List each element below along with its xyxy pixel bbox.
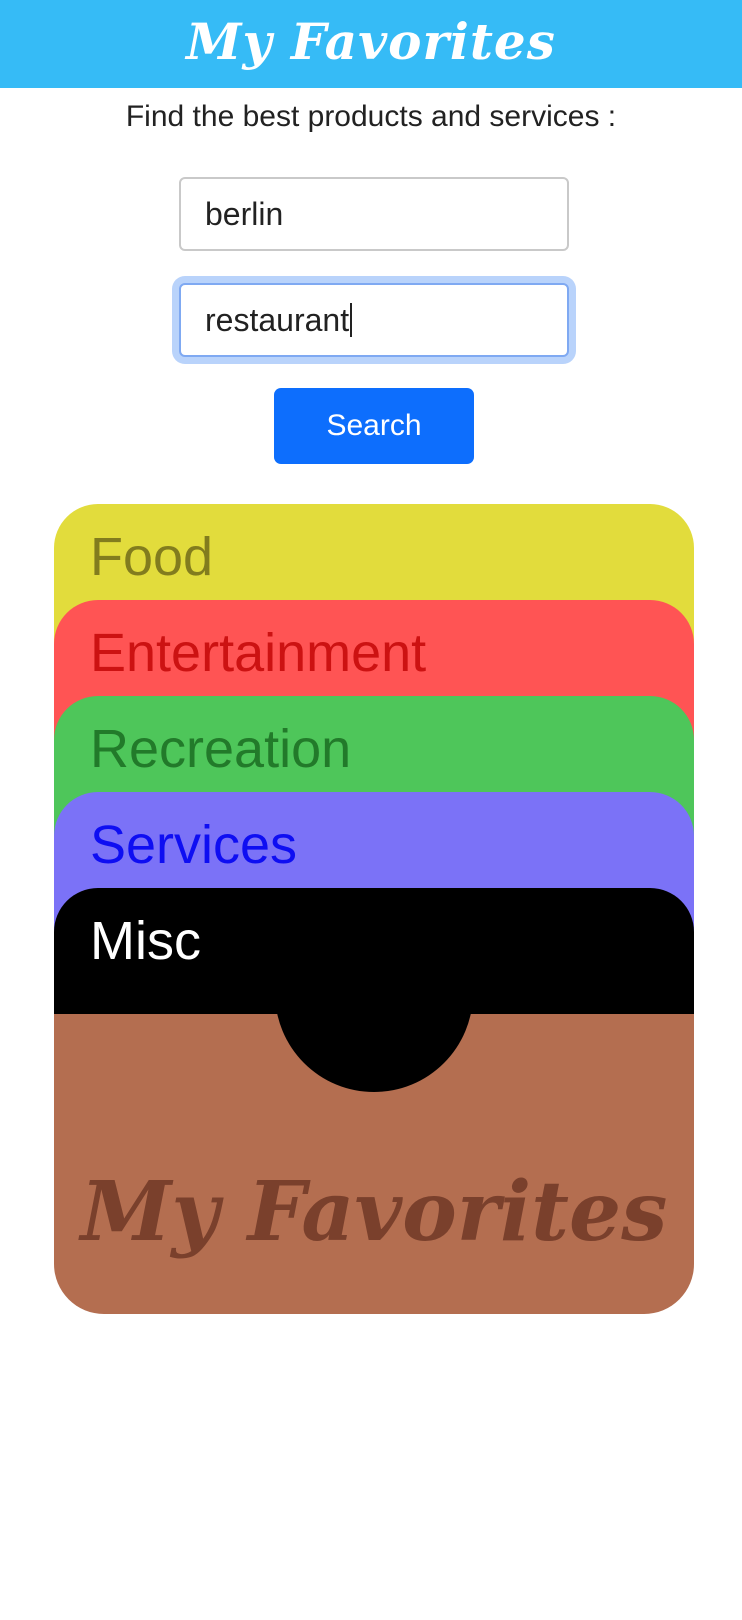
app-header: My Favorites xyxy=(0,0,742,88)
wallet-pocket: My Favorites xyxy=(54,1014,694,1314)
search-tagline: Find the best products and services : xyxy=(125,100,617,133)
query-input[interactable]: restaurant xyxy=(179,283,569,357)
location-input-value: berlin xyxy=(205,195,284,232)
category-card-misc[interactable]: Misc xyxy=(54,888,694,1024)
search-button[interactable]: Search xyxy=(274,388,474,464)
text-caret xyxy=(350,303,353,337)
category-label-entertainment: Entertainment xyxy=(90,623,427,683)
category-label-services: Services xyxy=(90,815,298,875)
category-label-misc: Misc xyxy=(90,911,201,971)
app-title: My Favorites xyxy=(186,11,556,71)
pocket-title: My Favorites xyxy=(80,1164,668,1260)
pocket-notch xyxy=(275,1014,473,1092)
category-label-recreation: Recreation xyxy=(90,719,352,779)
category-wallet: Food Entertainment Recreation Services M… xyxy=(54,504,694,1314)
location-input[interactable]: berlin xyxy=(179,177,569,251)
query-input-value: restaurant xyxy=(205,301,350,338)
category-label-food: Food xyxy=(90,527,214,587)
